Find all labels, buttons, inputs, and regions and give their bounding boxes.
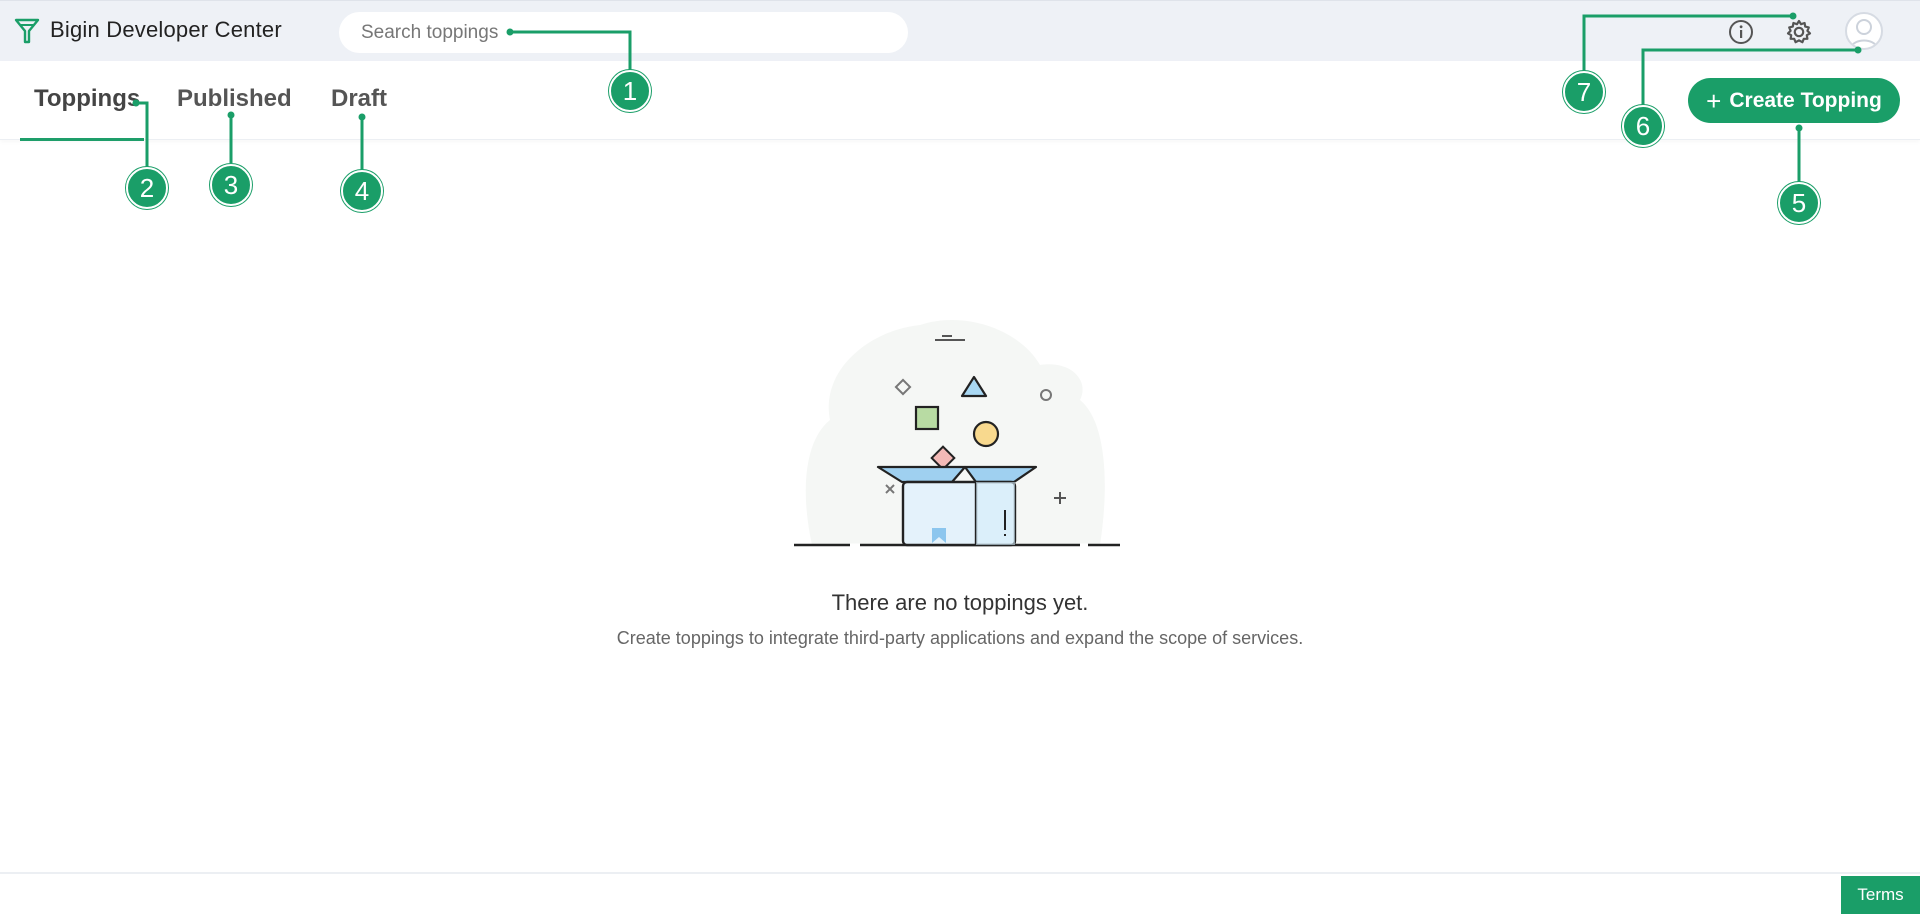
gear-icon[interactable] [1784,17,1814,47]
app-root: Bigin Developer Center Search toppings T… [0,0,1920,914]
active-tab-indicator [20,138,144,141]
footer-divider [0,872,1920,874]
callout-badge: 1 [609,70,651,112]
plus-icon: + [1706,85,1722,116]
callout-badge: 4 [341,170,383,212]
tab-published[interactable]: Published [177,85,292,113]
callout-badge: 3 [210,164,252,206]
user-avatar-icon[interactable] [1845,12,1883,50]
callout-badge: 6 [1622,105,1664,147]
open-box-icon [794,319,1120,547]
create-topping-label: Create Topping [1729,88,1882,112]
callout-badge: 5 [1778,182,1820,224]
terms-link[interactable]: Terms [1841,876,1920,914]
app-title: Bigin Developer Center [50,17,282,42]
create-topping-button[interactable]: + Create Topping [1688,78,1900,123]
callout-badge: 7 [1563,71,1605,113]
top-bar: Bigin Developer Center [0,0,1920,61]
bigin-funnel-logo-icon[interactable] [14,17,40,45]
empty-state-description: Create toppings to integrate third-party… [616,628,1304,648]
tab-draft[interactable]: Draft [331,85,387,113]
callout-badge: 2 [126,167,168,209]
info-icon[interactable] [1726,17,1756,47]
search-input[interactable] [339,12,908,53]
tab-toppings[interactable]: Toppings [34,85,140,113]
empty-state-title: There are no toppings yet. [831,590,1089,615]
